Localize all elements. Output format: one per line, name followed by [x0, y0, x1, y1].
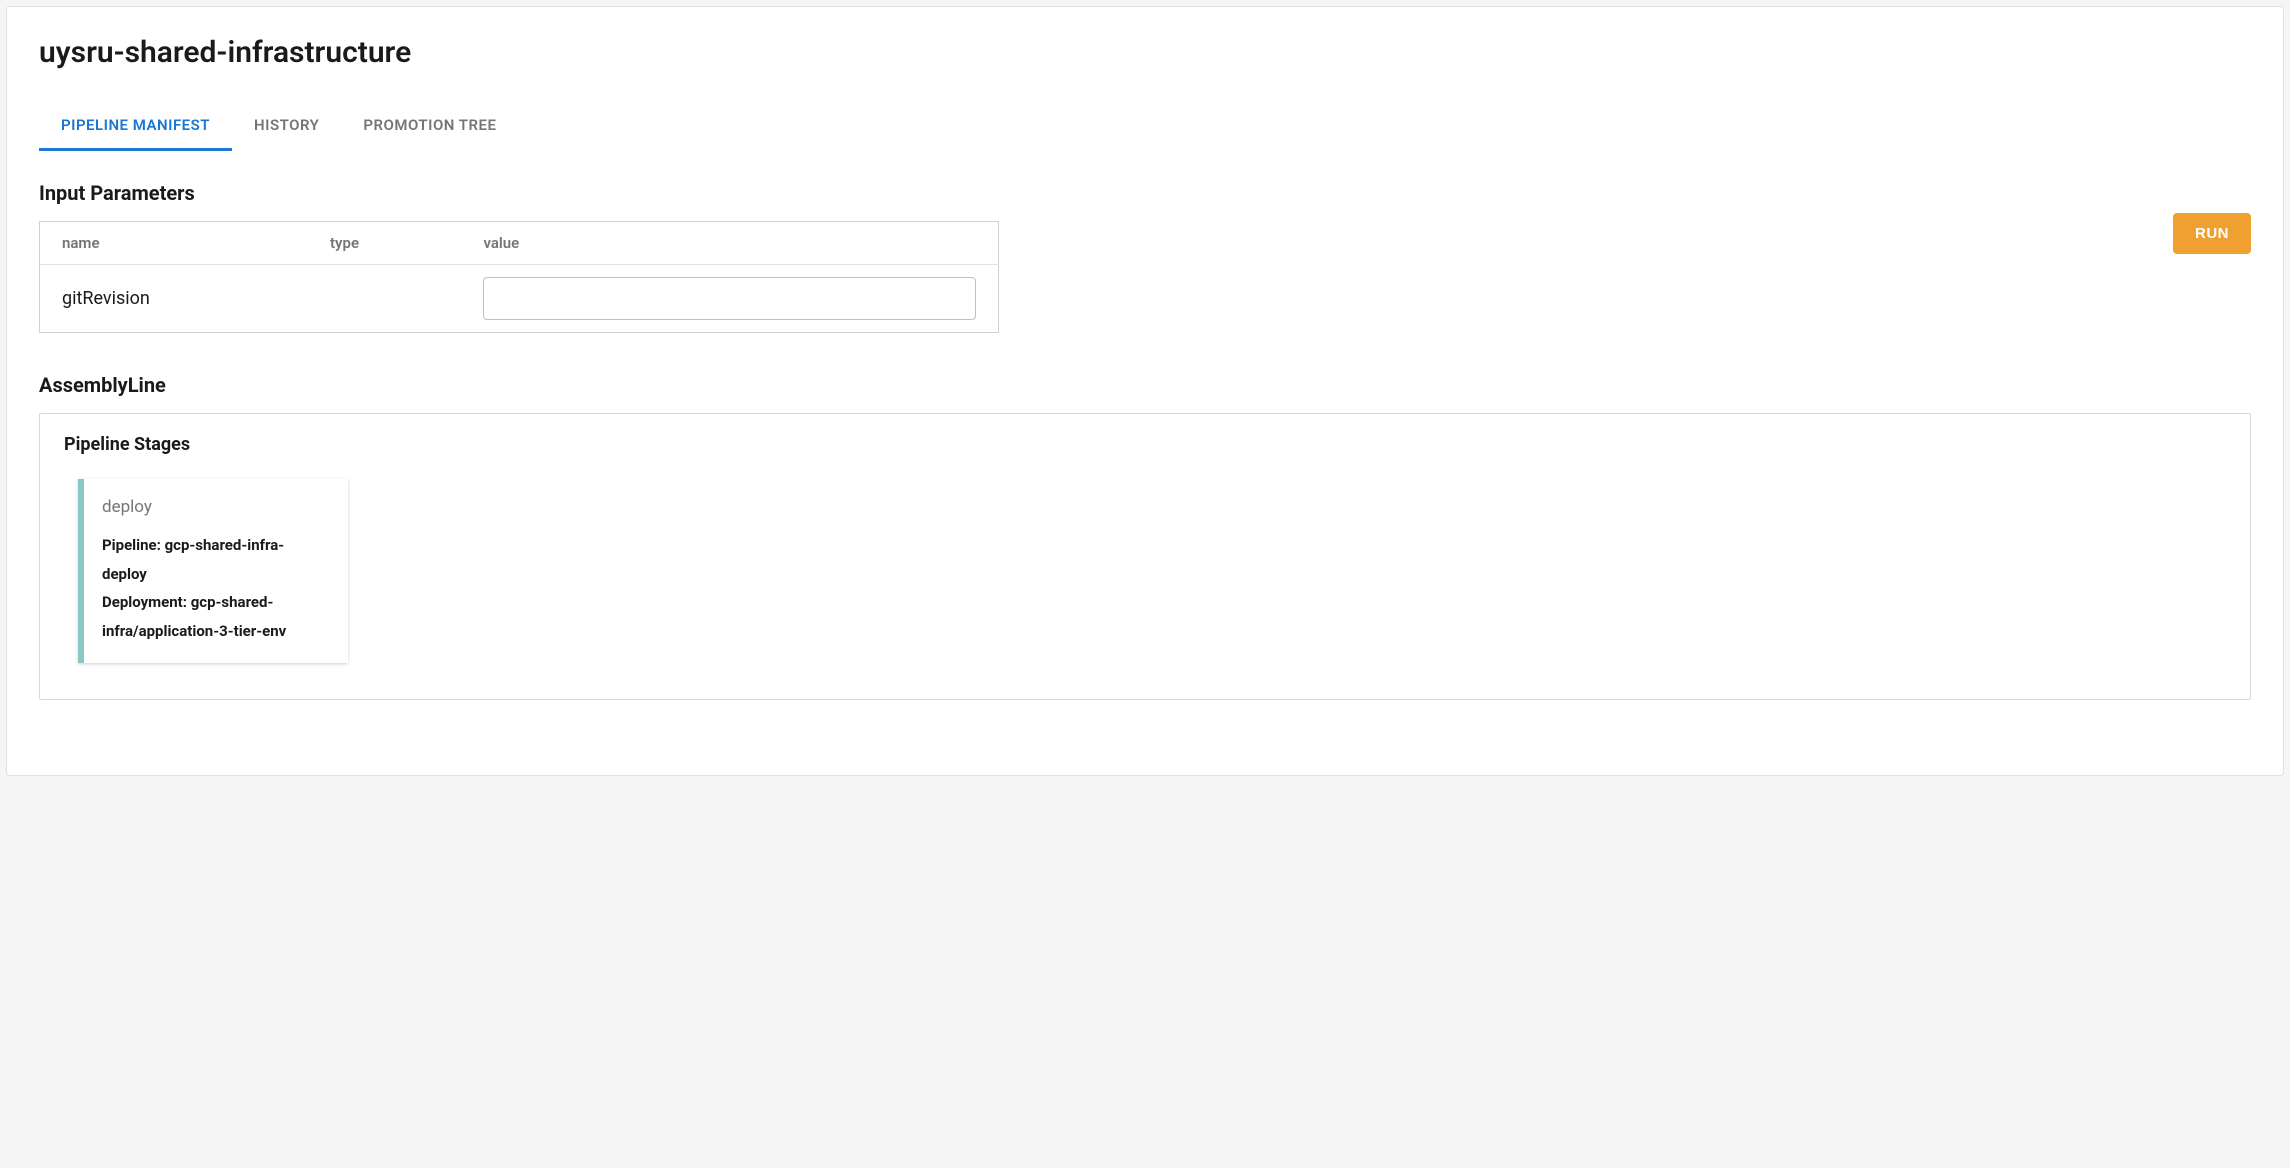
run-button[interactable]: RUN: [2173, 213, 2251, 254]
input-params-row: Input Parameters name type value gitRevi…: [39, 181, 2251, 333]
param-type-cell: [308, 265, 461, 333]
tabs: PIPELINE MANIFEST HISTORY PROMOTION TREE: [39, 102, 2251, 151]
tab-pipeline-manifest[interactable]: PIPELINE MANIFEST: [39, 102, 232, 151]
tab-history[interactable]: HISTORY: [232, 102, 341, 151]
input-params-area: Input Parameters name type value gitRevi…: [39, 181, 999, 333]
col-header-name: name: [40, 222, 309, 265]
stage-deployment-label: Deployment:: [102, 593, 191, 611]
assembly-heading: AssemblyLine: [39, 373, 2251, 397]
param-name-cell: gitRevision: [40, 265, 309, 333]
col-header-value: value: [461, 222, 998, 265]
param-value-input[interactable]: [483, 277, 976, 320]
stage-deployment-line: Deployment: gcp-shared-infra/application…: [102, 588, 328, 645]
pipeline-stages-header: Pipeline Stages: [64, 434, 2226, 455]
stage-pipeline-line: Pipeline: gcp-shared-infra-deploy: [102, 531, 328, 588]
tab-promotion-tree[interactable]: PROMOTION TREE: [341, 102, 518, 151]
run-area: RUN: [1023, 181, 2251, 254]
col-header-type: type: [308, 222, 461, 265]
stage-pipeline-label: Pipeline:: [102, 536, 165, 554]
assembly-box: Pipeline Stages deploy Pipeline: gcp-sha…: [39, 413, 2251, 700]
page-title: uysru-shared-infrastructure: [39, 35, 2251, 70]
param-value-cell: [461, 265, 998, 333]
stage-title: deploy: [102, 497, 328, 517]
input-params-table: name type value gitRevision: [39, 221, 999, 333]
input-params-heading: Input Parameters: [39, 181, 999, 205]
main-card: uysru-shared-infrastructure PIPELINE MAN…: [6, 6, 2284, 776]
stage-card[interactable]: deploy Pipeline: gcp-shared-infra-deploy…: [78, 479, 348, 663]
assembly-section: AssemblyLine Pipeline Stages deploy Pipe…: [39, 373, 2251, 700]
table-row: gitRevision: [40, 265, 999, 333]
